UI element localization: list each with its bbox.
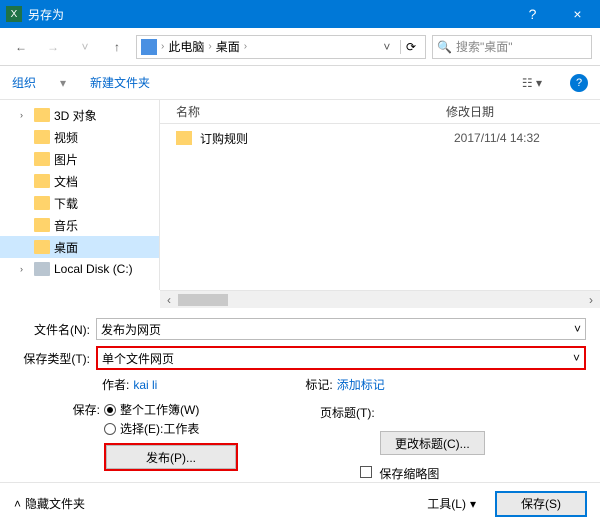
tools-dropdown[interactable]: 工具(L)▾: [427, 495, 476, 512]
recent-dropdown[interactable]: ˅: [72, 34, 98, 60]
pagetitle-label: 页标题(T):: [320, 404, 375, 421]
folder-icon: [34, 240, 50, 254]
tree-item-label: Local Disk (C:): [54, 262, 133, 276]
horizontal-scrollbar[interactable]: ‹ ›: [160, 290, 600, 308]
expand-icon[interactable]: ›: [20, 264, 30, 274]
breadcrumb-desktop[interactable]: 桌面: [216, 38, 240, 55]
help-icon[interactable]: ?: [570, 74, 588, 92]
up-button[interactable]: ↑: [104, 34, 130, 60]
folder-icon: [34, 152, 50, 166]
tree-item[interactable]: 下载: [0, 192, 159, 214]
author-label: 作者:: [102, 376, 129, 393]
folder-icon: [34, 108, 50, 122]
save-thumbnail-label: 保存缩略图: [379, 467, 439, 481]
disk-icon: [34, 262, 50, 276]
pc-icon: [141, 39, 157, 55]
title-bar: X 另存为 ? ×: [0, 0, 600, 28]
refresh-button[interactable]: ⟳: [400, 40, 421, 54]
folder-icon: [176, 131, 192, 145]
folder-icon: [34, 196, 50, 210]
search-placeholder: 搜索"桌面": [456, 38, 513, 55]
chevron-right-icon: ›: [161, 41, 164, 52]
view-options-button[interactable]: ☷ ▾: [518, 76, 546, 90]
tree-item-label: 图片: [54, 151, 78, 168]
new-folder-button[interactable]: 新建文件夹: [90, 74, 150, 91]
radio-selection-label: 选择(E):工作表: [120, 420, 199, 437]
tree-item[interactable]: › 3D 对象: [0, 104, 159, 126]
expand-icon[interactable]: ›: [20, 110, 30, 120]
publish-button[interactable]: 发布(P)...: [106, 445, 236, 469]
change-title-button[interactable]: 更改标题(C)...: [380, 431, 485, 455]
tree-item-label: 文档: [54, 173, 78, 190]
file-name: 订购规则: [200, 130, 454, 147]
list-item[interactable]: 订购规则2017/11/4 14:32: [160, 124, 600, 152]
filename-input[interactable]: 发布为网页˅: [96, 318, 586, 340]
save-form: 文件名(N): 发布为网页˅ 保存类型(T): 单个文件网页˅ 作者: kai …: [0, 308, 600, 482]
app-icon: X: [6, 6, 22, 22]
filetype-dropdown[interactable]: 单个文件网页˅: [96, 346, 586, 370]
search-input[interactable]: 🔍 搜索"桌面": [432, 35, 592, 59]
folder-icon: [34, 218, 50, 232]
chevron-right-icon: ›: [244, 41, 247, 52]
chevron-up-icon: ˄: [14, 497, 21, 511]
save-thumbnail-checkbox[interactable]: [360, 466, 372, 478]
file-browser: › 3D 对象视频图片文档下载音乐桌面 › Local Disk (C:) 名称 修改…: [0, 100, 600, 290]
tree-item[interactable]: 文档: [0, 170, 159, 192]
column-date[interactable]: 修改日期: [446, 103, 600, 120]
save-button[interactable]: 保存(S): [496, 492, 586, 516]
forward-button[interactable]: →: [40, 34, 66, 60]
address-bar: ← → ˅ ↑ › 此电脑 › 桌面 › ˅ ⟳ 🔍 搜索"桌面": [0, 28, 600, 66]
tree-item-label: 下载: [54, 195, 78, 212]
file-date: 2017/11/4 14:32: [454, 131, 540, 145]
tree-item[interactable]: 音乐: [0, 214, 159, 236]
folder-icon: [34, 174, 50, 188]
toolbar: 组织 ▾ 新建文件夹 ☷ ▾ ?: [0, 66, 600, 100]
help-button[interactable]: ?: [510, 0, 555, 28]
list-header: 名称 修改日期: [160, 100, 600, 124]
author-value[interactable]: kai li: [133, 378, 157, 392]
back-button[interactable]: ←: [8, 34, 34, 60]
search-icon: 🔍: [437, 40, 452, 54]
tree-item[interactable]: 视频: [0, 126, 159, 148]
dialog-footer: ˄ 隐藏文件夹 工具(L)▾ 保存(S): [0, 482, 600, 524]
close-button[interactable]: ×: [555, 0, 600, 28]
tree-item[interactable]: 图片: [0, 148, 159, 170]
tree-item-label: 视频: [54, 129, 78, 146]
window-title: 另存为: [28, 6, 64, 23]
tree-item-label: 3D 对象: [54, 107, 97, 124]
hide-folders-button[interactable]: ˄ 隐藏文件夹: [14, 495, 85, 512]
filetype-label: 保存类型(T):: [14, 350, 96, 367]
scroll-right-icon[interactable]: ›: [582, 291, 600, 309]
scroll-left-icon[interactable]: ‹: [160, 291, 178, 309]
folder-tree[interactable]: › 3D 对象视频图片文档下载音乐桌面 › Local Disk (C:): [0, 100, 160, 290]
save-scope-label: 保存:: [60, 401, 100, 418]
tags-label: 标记:: [305, 376, 332, 393]
tags-value[interactable]: 添加标记: [337, 376, 385, 393]
radio-whole-workbook[interactable]: [104, 404, 116, 416]
folder-icon: [34, 130, 50, 144]
breadcrumb-dropdown[interactable]: ˅: [378, 40, 396, 54]
scroll-thumb[interactable]: [178, 294, 228, 306]
radio-selection[interactable]: [104, 423, 116, 435]
filename-label: 文件名(N):: [14, 321, 96, 338]
breadcrumb[interactable]: › 此电脑 › 桌面 › ˅ ⟳: [136, 35, 426, 59]
tree-item-label: 音乐: [54, 217, 78, 234]
tree-item[interactable]: › Local Disk (C:): [0, 258, 159, 280]
tree-item-label: 桌面: [54, 239, 78, 256]
tree-item[interactable]: 桌面: [0, 236, 159, 258]
organize-button[interactable]: 组织: [12, 74, 36, 91]
radio-whole-workbook-label: 整个工作簿(W): [120, 401, 199, 418]
breadcrumb-pc[interactable]: 此电脑: [168, 38, 204, 55]
chevron-right-icon: ›: [208, 41, 211, 52]
column-name[interactable]: 名称: [176, 103, 446, 120]
